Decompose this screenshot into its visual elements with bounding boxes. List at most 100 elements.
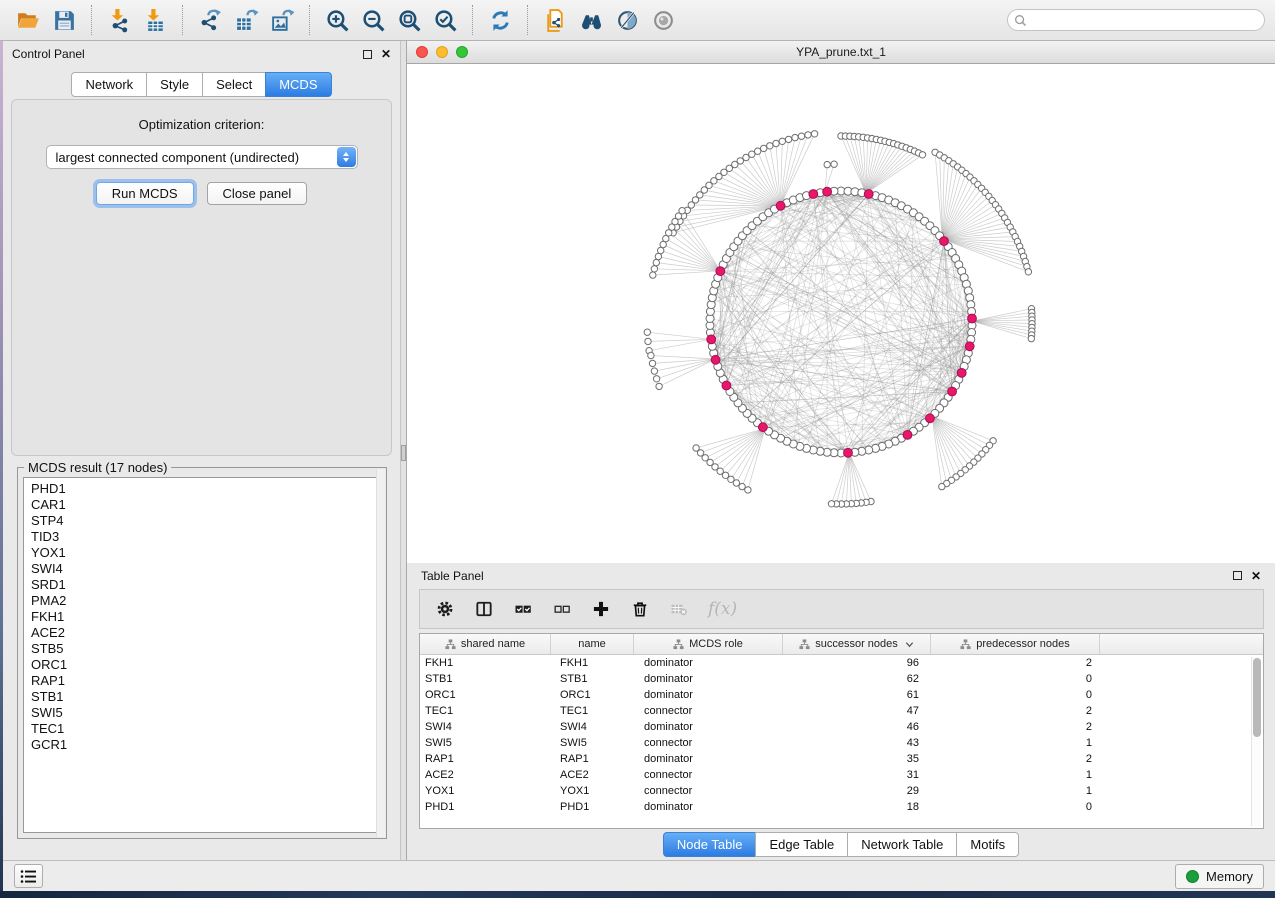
mcds-result-item[interactable]: STB5 [31, 641, 380, 657]
zoom-out-button[interactable] [355, 4, 391, 36]
deselect-all-button[interactable] [552, 599, 572, 619]
network-leaf-node[interactable] [767, 143, 773, 149]
network-leaf-node[interactable] [1025, 269, 1031, 275]
network-leaf-node[interactable] [919, 152, 925, 158]
network-leaf-node[interactable] [785, 136, 791, 142]
select-all-button[interactable] [513, 599, 533, 619]
table-row[interactable]: SWI5SWI5connector431 [420, 735, 1263, 751]
mcds-dominator-node[interactable] [759, 423, 768, 432]
mcds-result-item[interactable]: YOX1 [31, 545, 380, 561]
network-leaf-node[interactable] [693, 445, 699, 451]
network-leaf-node[interactable] [648, 352, 654, 358]
mcds-list-scrollbar[interactable] [376, 469, 385, 837]
network-leaf-node[interactable] [645, 338, 651, 344]
table-scrollbar-thumb[interactable] [1253, 658, 1261, 737]
splitter-handle[interactable] [401, 445, 406, 461]
network-leaf-node[interactable] [755, 148, 761, 154]
export-network-button[interactable] [192, 4, 228, 36]
zoom-selected-button[interactable] [427, 4, 463, 36]
network-leaf-node[interactable] [658, 247, 664, 253]
network-leaf-node[interactable] [653, 259, 659, 265]
network-leaf-node[interactable] [779, 138, 785, 144]
show-column-button[interactable] [474, 599, 494, 619]
mcds-result-item[interactable]: STP4 [31, 513, 380, 529]
tab-select[interactable]: Select [202, 72, 266, 97]
mcds-dominator-node[interactable] [823, 187, 832, 196]
network-leaf-node[interactable] [655, 253, 661, 259]
close-window-icon[interactable] [416, 46, 428, 58]
save-session-button[interactable] [46, 4, 82, 36]
mcds-dominator-node[interactable] [711, 355, 720, 364]
network-leaf-node[interactable] [831, 161, 837, 167]
export-image-button[interactable] [264, 4, 300, 36]
column-header-successor-nodes[interactable]: successor nodes [783, 634, 931, 654]
tab-edge-table[interactable]: Edge Table [755, 832, 848, 857]
mcds-result-item[interactable]: STB1 [31, 689, 380, 705]
mcds-result-item[interactable]: ACE2 [31, 625, 380, 641]
mcds-dominator-node[interactable] [864, 190, 873, 199]
mcds-dominator-node[interactable] [957, 369, 966, 378]
network-leaf-node[interactable] [828, 501, 834, 507]
mcds-result-item[interactable]: CAR1 [31, 497, 380, 513]
mcds-dominator-node[interactable] [707, 335, 716, 344]
mcds-result-item[interactable]: RAP1 [31, 673, 380, 689]
panel-splitter[interactable] [400, 41, 407, 860]
show-graphics-details-button[interactable] [645, 4, 681, 36]
mcds-result-item[interactable]: PMA2 [31, 593, 380, 609]
table-row[interactable]: TEC1TEC1connector472 [420, 703, 1263, 719]
network-leaf-node[interactable] [679, 208, 685, 214]
zoom-in-button[interactable] [319, 4, 355, 36]
table-row[interactable]: SWI4SWI4dominator462 [420, 719, 1263, 735]
table-row[interactable]: RAP1RAP1dominator352 [420, 751, 1263, 767]
mcds-result-item[interactable]: SWI5 [31, 705, 380, 721]
mcds-dominator-node[interactable] [940, 237, 949, 246]
mcds-result-item[interactable]: TID3 [31, 529, 380, 545]
network-leaf-node[interactable] [798, 133, 804, 139]
network-graph[interactable] [407, 64, 1275, 563]
network-leaf-node[interactable] [644, 329, 650, 335]
network-leaf-node[interactable] [811, 131, 817, 137]
minimize-window-icon[interactable] [436, 46, 448, 58]
network-leaf-node[interactable] [939, 483, 945, 489]
network-leaf-node[interactable] [805, 132, 811, 138]
search-input[interactable] [1031, 13, 1264, 27]
mcds-result-item[interactable]: GCR1 [31, 737, 380, 753]
mcds-dominator-node[interactable] [716, 267, 725, 276]
network-leaf-node[interactable] [792, 134, 798, 140]
table-options-button[interactable] [435, 599, 455, 619]
network-leaf-node[interactable] [739, 483, 745, 489]
network-leaf-node[interactable] [743, 154, 749, 160]
close-panel-icon[interactable]: ✕ [381, 48, 391, 60]
import-table-button[interactable] [137, 4, 173, 36]
tab-network-table[interactable]: Network Table [847, 832, 957, 857]
mcds-dominator-node[interactable] [903, 431, 912, 440]
float-table-panel-icon[interactable] [1233, 571, 1242, 580]
network-leaf-node[interactable] [749, 151, 755, 157]
mcds-dominator-node[interactable] [948, 387, 957, 396]
mcds-result-item[interactable]: ORC1 [31, 657, 380, 673]
refresh-view-button[interactable] [482, 4, 518, 36]
import-network-button[interactable] [101, 4, 137, 36]
tab-motifs[interactable]: Motifs [956, 832, 1019, 857]
column-header-name[interactable]: name [551, 634, 634, 654]
network-leaf-node[interactable] [653, 376, 659, 382]
mcds-dominator-node[interactable] [722, 381, 731, 390]
table-scrollbar[interactable] [1251, 657, 1261, 826]
column-header-MCDS-role[interactable]: MCDS role [634, 634, 783, 654]
network-leaf-node[interactable] [824, 161, 830, 167]
close-table-panel-icon[interactable]: ✕ [1251, 570, 1261, 582]
network-leaf-node[interactable] [649, 360, 655, 366]
mcds-result-item[interactable]: TEC1 [31, 721, 380, 737]
network-leaf-node[interactable] [651, 368, 657, 374]
network-search-button[interactable] [573, 4, 609, 36]
tab-network[interactable]: Network [71, 72, 147, 97]
network-leaf-node[interactable] [1028, 335, 1034, 341]
float-panel-icon[interactable] [363, 50, 372, 59]
table-row[interactable]: ORC1ORC1dominator610 [420, 687, 1263, 703]
mcds-result-item[interactable]: FKH1 [31, 609, 380, 625]
open-session-button[interactable] [10, 4, 46, 36]
close-panel-button[interactable]: Close panel [207, 182, 308, 205]
network-leaf-node[interactable] [651, 266, 657, 272]
mcds-dominator-node[interactable] [965, 342, 974, 351]
network-leaf-node[interactable] [745, 487, 751, 493]
